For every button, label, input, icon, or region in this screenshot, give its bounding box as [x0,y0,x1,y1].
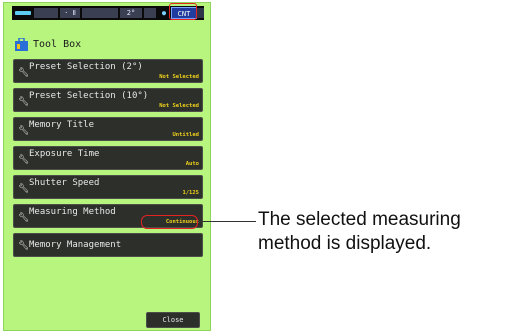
menu-item-label: Memory Management [29,240,122,250]
menu-item-value: 1/125 [182,190,199,196]
status-dot-icon: ● [161,9,167,17]
status-cell-2: · Ⅱ [60,8,80,18]
wrench-icon: 🔧︎ [18,126,30,136]
callout-line [198,221,256,222]
status-end-block [196,8,204,18]
value-highlight-box [141,215,198,229]
menu-item-memory-management[interactable]: 🔧︎ Memory Management [13,233,203,257]
menu-item-preset-selection-10[interactable]: 🔧︎ Preset Selection (10°) Not Selected [13,88,203,112]
menu-item-value: Not Selected [159,74,199,80]
menu-item-value: Auto [185,161,199,167]
status-cell-3 [82,8,118,18]
menu-item-label: Shutter Speed [29,178,100,188]
status-highlight-box [169,3,197,20]
menu-item-label: Memory Title [29,120,95,130]
close-button[interactable]: Close [146,312,200,328]
status-cell-5 [144,8,156,18]
callout-text: The selected measuring method is display… [258,209,461,254]
menu-item-label: Measuring Method [29,207,116,217]
menu-item-value: Untitled [172,132,200,138]
menu-item-exposure-time[interactable]: 🔧︎ Exposure Time Auto [13,146,203,170]
wrench-icon: 🔧︎ [18,97,30,107]
wrench-icon: 🔧︎ [18,155,30,165]
wrench-icon: 🔧︎ [18,68,30,78]
status-cell-1 [34,8,58,18]
menu-item-preset-selection-2[interactable]: 🔧︎ Preset Selection (2°) Not Selected [13,59,203,83]
toolbox-icon [15,38,28,51]
menu-item-memory-title[interactable]: 🔧︎ Memory Title Untitled [13,117,203,141]
wrench-icon: 🔧︎ [18,241,30,251]
menu-item-label: Preset Selection (10°) [29,91,149,101]
menu-item-shutter-speed[interactable]: 🔧︎ Shutter Speed 1/125 [13,175,203,199]
menu-item-value: Not Selected [159,103,199,109]
menu-item-label: Exposure Time [29,149,100,159]
wrench-icon: 🔧︎ [18,213,30,223]
page-title: Tool Box [33,39,82,50]
status-cell-4: 2° [120,8,142,18]
battery-icon [15,11,31,15]
device-screen: · Ⅱ 2° ● CNT Tool Box 🔧︎ Preset Selectio… [3,2,211,331]
menu-item-label: Preset Selection (2°) [29,62,143,72]
wrench-icon: 🔧︎ [18,184,30,194]
